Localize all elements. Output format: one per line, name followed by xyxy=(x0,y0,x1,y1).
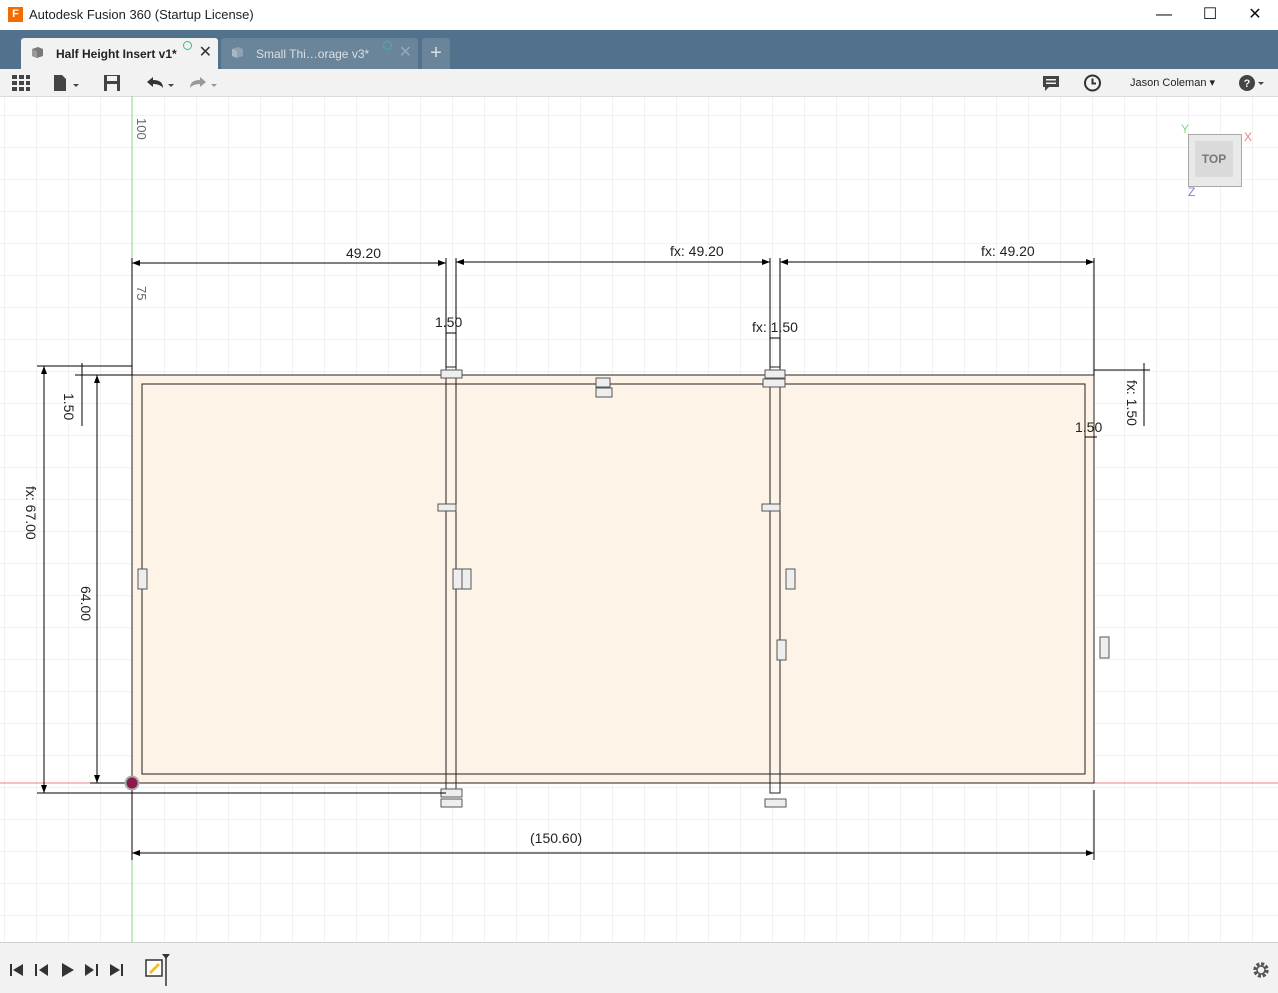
ruler-label: 100 xyxy=(134,118,149,140)
constraint-icon[interactable] xyxy=(761,503,781,512)
design-doc-icon xyxy=(232,47,243,58)
close-icon: ✕ xyxy=(1248,6,1262,23)
dimension-width-mid[interactable]: fx: 49.20 xyxy=(670,243,724,259)
clock-icon[interactable] xyxy=(1083,73,1102,93)
dimension-width-right[interactable]: fx: 49.20 xyxy=(981,243,1035,259)
prev-icon[interactable] xyxy=(33,961,51,979)
timeline-bar xyxy=(0,942,1278,993)
sketch-viewport[interactable]: 100 75 50 25 xyxy=(0,96,1278,942)
new-tab-button[interactable]: + xyxy=(422,38,450,69)
quick-access-toolbar: Jason Coleman ▾ ? xyxy=(0,69,1278,97)
dimension-height-inner[interactable]: 64.00 xyxy=(78,586,94,621)
tab-label: Small Thi…orage v3* xyxy=(256,47,370,61)
maximize-icon: ☐ xyxy=(1202,6,1218,23)
constraint-icon[interactable] xyxy=(764,798,787,808)
file-icon[interactable] xyxy=(52,73,82,93)
comment-icon[interactable] xyxy=(1042,73,1060,93)
ruler-label: 75 xyxy=(134,286,149,300)
origin-point[interactable] xyxy=(124,775,140,791)
constraint-icon[interactable] xyxy=(762,378,786,388)
design-doc-icon xyxy=(32,47,43,58)
maximize-button[interactable]: ☐ xyxy=(1187,0,1233,30)
first-icon[interactable] xyxy=(8,961,26,979)
constraint-icon[interactable] xyxy=(440,369,463,379)
constraint-icon[interactable] xyxy=(452,568,463,590)
tab-label: Half Height Insert v1* xyxy=(56,47,177,61)
constraint-icon[interactable] xyxy=(595,377,611,388)
close-tab-icon[interactable]: ✕ xyxy=(399,45,412,61)
dimension-edge-top-right[interactable]: fx: 1.50 xyxy=(1124,380,1140,426)
dimension-wall-mid[interactable]: fx: 1.50 xyxy=(752,319,798,335)
help-icon[interactable]: ? xyxy=(1238,73,1268,93)
constraint-icon[interactable] xyxy=(785,568,796,590)
dimension-edge-left[interactable]: 1.50 xyxy=(61,393,77,420)
constraint-icon[interactable] xyxy=(764,369,786,379)
x-axis-label: X xyxy=(1244,130,1253,144)
constraint-icon[interactable] xyxy=(437,503,457,512)
view-cube[interactable]: TOP xyxy=(1188,134,1242,187)
dimension-height-total[interactable]: fx: 67.00 xyxy=(23,486,39,540)
unsaved-indicator-icon xyxy=(183,41,192,50)
redo-icon[interactable] xyxy=(186,73,220,93)
minimize-button[interactable]: — xyxy=(1141,0,1187,30)
tab-half-height-insert[interactable]: Half Height Insert v1* ✕ xyxy=(21,38,218,69)
design-canvas[interactable]: 100 75 50 25 xyxy=(0,96,1278,942)
dimension-wall-left[interactable]: 1.50 xyxy=(435,314,462,330)
constraint-icon[interactable] xyxy=(776,639,787,661)
svg-text:?: ? xyxy=(1244,78,1251,90)
grid-menu-icon[interactable] xyxy=(11,73,31,93)
gear-icon[interactable] xyxy=(1251,960,1271,980)
close-tab-icon[interactable]: ✕ xyxy=(199,45,212,61)
last-icon[interactable] xyxy=(107,961,125,979)
constraint-icon[interactable] xyxy=(595,387,613,398)
dimension-width-left[interactable]: 49.20 xyxy=(346,245,381,261)
play-icon[interactable] xyxy=(58,961,76,979)
constraint-icon[interactable] xyxy=(137,568,148,590)
sketch-feature-icon[interactable] xyxy=(144,952,174,988)
dimension-total-width[interactable]: (150.60) xyxy=(530,830,582,846)
user-account-menu[interactable]: Jason Coleman ▾ xyxy=(1130,76,1215,89)
constraint-icon[interactable] xyxy=(461,568,472,590)
constraint-icon[interactable] xyxy=(440,798,463,808)
minimize-icon: — xyxy=(1156,6,1172,23)
view-cube-face[interactable]: TOP xyxy=(1195,141,1233,177)
close-window-button[interactable]: ✕ xyxy=(1232,0,1278,30)
fusion-logo-icon: F xyxy=(8,7,23,22)
tab-small-things-storage[interactable]: Small Thi…orage v3* ✕ xyxy=(221,38,418,69)
outer-rectangle[interactable] xyxy=(131,374,1095,784)
next-icon[interactable] xyxy=(82,961,100,979)
dimension-edge-right[interactable]: 1.50 xyxy=(1075,419,1102,435)
window-title-bar: F Autodesk Fusion 360 (Startup License) … xyxy=(0,0,1278,30)
undo-icon[interactable] xyxy=(143,73,177,93)
document-tab-bar: Half Height Insert v1* ✕ Small Thi…orage… xyxy=(0,30,1278,69)
window-title: Autodesk Fusion 360 (Startup License) xyxy=(29,7,254,22)
save-icon[interactable] xyxy=(103,73,121,93)
unsaved-indicator-icon xyxy=(383,41,392,50)
constraint-icon[interactable] xyxy=(1099,636,1110,659)
z-axis-label: Z xyxy=(1188,185,1196,199)
y-axis-label: Y xyxy=(1181,122,1190,136)
